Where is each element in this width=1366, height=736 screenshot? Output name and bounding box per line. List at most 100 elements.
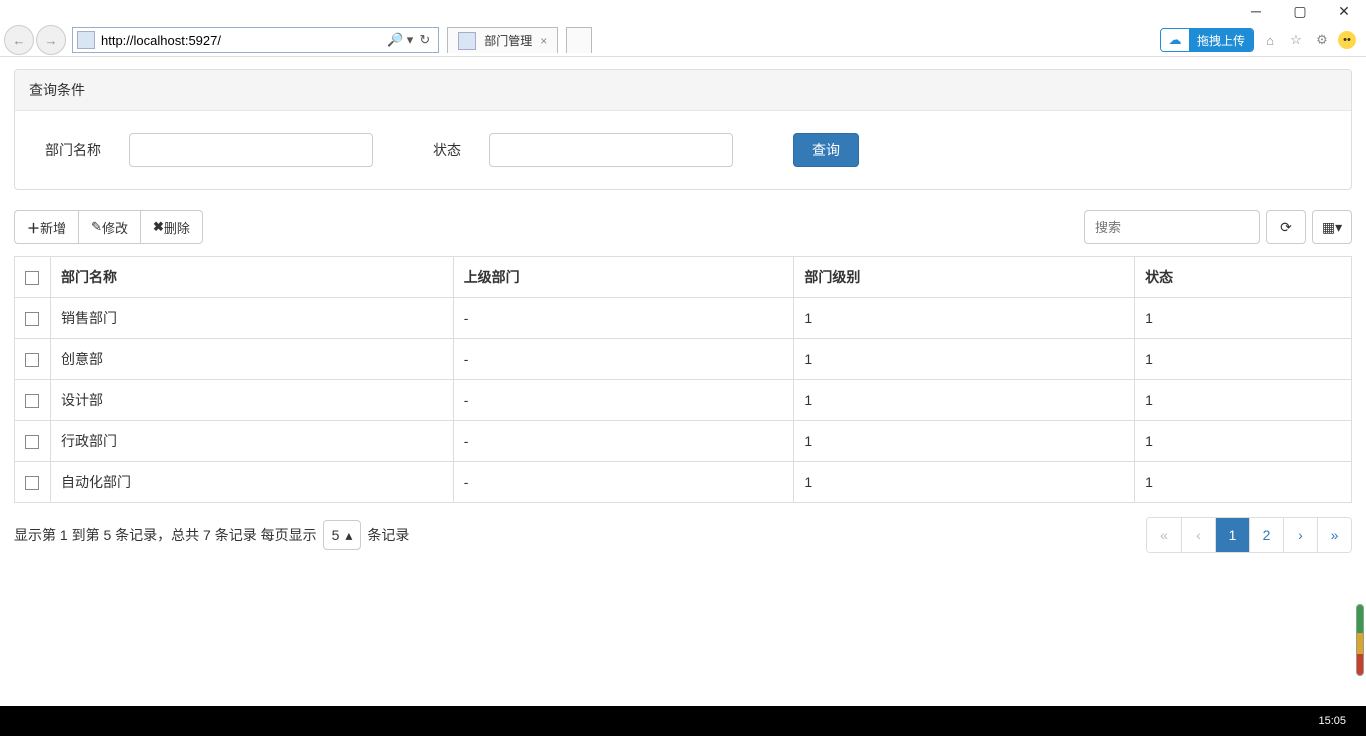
- plus-icon: ＋: [27, 218, 40, 237]
- favorite-icon[interactable]: ☆: [1286, 30, 1306, 50]
- delete-button[interactable]: ✖ 删除: [141, 210, 203, 244]
- status-field: 状态: [433, 133, 733, 167]
- side-indicator: [1356, 604, 1364, 676]
- smiley-icon[interactable]: ••: [1338, 31, 1356, 49]
- cell-name: 行政部门: [51, 421, 454, 462]
- refresh-icon[interactable]: ↻: [419, 32, 430, 48]
- footer-info-suffix: 条记录: [367, 525, 409, 545]
- status-label: 状态: [433, 140, 461, 160]
- cell-status: 1: [1135, 380, 1352, 421]
- cell-level: 1: [794, 421, 1135, 462]
- page-«[interactable]: «: [1147, 518, 1181, 552]
- dept-name-label: 部门名称: [45, 140, 101, 160]
- edit-button[interactable]: ✎ 修改: [79, 210, 141, 244]
- dept-name-input[interactable]: [129, 133, 373, 167]
- browser-tab[interactable]: 部门管理 ×: [447, 27, 558, 53]
- browser-chrome: ← → 🔎 ▾ ↻ 部门管理 × ☁ 拖拽上传 ⌂ ☆ ⚙: [0, 0, 1366, 57]
- search-button-label: 查询: [812, 140, 840, 160]
- toolbar: ＋ 新增 ✎ 修改 ✖ 删除 ⟳ ▦▾: [14, 210, 1352, 244]
- search-button[interactable]: 查询: [793, 133, 859, 167]
- nav-forward[interactable]: →: [36, 25, 66, 55]
- cell-status: 1: [1135, 421, 1352, 462]
- chrome-right: ☁ 拖拽上传 ⌂ ☆ ⚙ ••: [1160, 28, 1362, 52]
- home-icon[interactable]: ⌂: [1260, 30, 1280, 50]
- caret-up-icon: ▴: [345, 527, 352, 544]
- cell-level: 1: [794, 298, 1135, 339]
- taskbar: 15:05: [0, 706, 1366, 736]
- table-header-row: 部门名称 上级部门 部门级别 状态: [15, 257, 1352, 298]
- query-panel: 查询条件 部门名称 状态 查询: [14, 69, 1352, 190]
- checkbox-icon: [25, 476, 39, 490]
- grid-icon: ▦▾: [1322, 219, 1342, 236]
- col-status[interactable]: 状态: [1135, 257, 1352, 298]
- checkbox-icon: [25, 394, 39, 408]
- col-level[interactable]: 部门级别: [794, 257, 1135, 298]
- window-minimize[interactable]: ─: [1234, 0, 1278, 22]
- search-dropdown-icon[interactable]: 🔎 ▾: [387, 32, 413, 48]
- table-footer: 显示第 1 到第 5 条记录，总共 7 条记录 每页显示 5 ▴ 条记录 «‹1…: [14, 517, 1352, 553]
- cell-parent: -: [453, 380, 794, 421]
- checkbox-icon: [25, 353, 39, 367]
- page-1[interactable]: 1: [1215, 518, 1249, 552]
- address-tools: 🔎 ▾ ↻: [379, 32, 438, 48]
- cell-level: 1: [794, 462, 1135, 503]
- page-size-value: 5: [332, 527, 340, 543]
- tab-close[interactable]: ×: [536, 34, 551, 48]
- address-bar[interactable]: 🔎 ▾ ↻: [72, 27, 439, 53]
- taskbar-clock: 15:05: [1318, 715, 1346, 727]
- query-panel-title: 查询条件: [15, 70, 1351, 111]
- cell-parent: -: [453, 421, 794, 462]
- window-maximize[interactable]: ▢: [1278, 0, 1322, 22]
- table-row[interactable]: 销售部门-11: [15, 298, 1352, 339]
- page-›[interactable]: ›: [1283, 518, 1317, 552]
- col-parent[interactable]: 上级部门: [453, 257, 794, 298]
- cell-status: 1: [1135, 339, 1352, 380]
- nav-back[interactable]: ←: [4, 25, 34, 55]
- window-close[interactable]: ✕: [1322, 0, 1366, 22]
- cell-name: 自动化部门: [51, 462, 454, 503]
- page-‹[interactable]: ‹: [1181, 518, 1215, 552]
- add-button[interactable]: ＋ 新增: [14, 210, 79, 244]
- add-label: 新增: [40, 218, 66, 237]
- dept-table: 部门名称 上级部门 部门级别 状态 销售部门-11创意部-11设计部-11行政部…: [14, 256, 1352, 503]
- cell-level: 1: [794, 380, 1135, 421]
- table-row[interactable]: 自动化部门-11: [15, 462, 1352, 503]
- row-checkbox[interactable]: [15, 298, 51, 339]
- row-checkbox[interactable]: [15, 380, 51, 421]
- delete-label: 删除: [164, 218, 190, 237]
- refresh-button[interactable]: ⟳: [1266, 210, 1306, 244]
- page-2[interactable]: 2: [1249, 518, 1283, 552]
- table-search-input[interactable]: [1084, 210, 1260, 244]
- cell-status: 1: [1135, 298, 1352, 339]
- new-tab[interactable]: [566, 27, 592, 53]
- pagination: «‹12›»: [1146, 517, 1352, 553]
- col-name[interactable]: 部门名称: [51, 257, 454, 298]
- cell-level: 1: [794, 339, 1135, 380]
- table-row[interactable]: 设计部-11: [15, 380, 1352, 421]
- checkbox-icon: [25, 312, 39, 326]
- table-row[interactable]: 创意部-11: [15, 339, 1352, 380]
- page-size-select[interactable]: 5 ▴: [323, 520, 362, 550]
- gear-icon[interactable]: ⚙: [1312, 30, 1332, 50]
- url-input[interactable]: [99, 29, 379, 51]
- select-all-col[interactable]: [15, 257, 51, 298]
- status-input[interactable]: [489, 133, 733, 167]
- x-icon: ✖: [153, 219, 164, 235]
- cloud-icon: ☁: [1161, 28, 1189, 52]
- page-»[interactable]: »: [1317, 518, 1351, 552]
- dept-name-field: 部门名称: [45, 133, 373, 167]
- row-checkbox[interactable]: [15, 462, 51, 503]
- tab-favicon: [458, 32, 476, 50]
- cell-parent: -: [453, 462, 794, 503]
- table-row[interactable]: 行政部门-11: [15, 421, 1352, 462]
- row-checkbox[interactable]: [15, 339, 51, 380]
- pencil-icon: ✎: [91, 219, 102, 235]
- columns-button[interactable]: ▦▾: [1312, 210, 1352, 244]
- footer-info-prefix: 显示第 1 到第 5 条记录，总共 7 条记录 每页显示: [14, 525, 317, 545]
- baidu-upload-button[interactable]: ☁ 拖拽上传: [1160, 28, 1254, 52]
- cell-parent: -: [453, 339, 794, 380]
- cell-parent: -: [453, 298, 794, 339]
- checkbox-icon: [25, 435, 39, 449]
- row-checkbox[interactable]: [15, 421, 51, 462]
- cell-name: 创意部: [51, 339, 454, 380]
